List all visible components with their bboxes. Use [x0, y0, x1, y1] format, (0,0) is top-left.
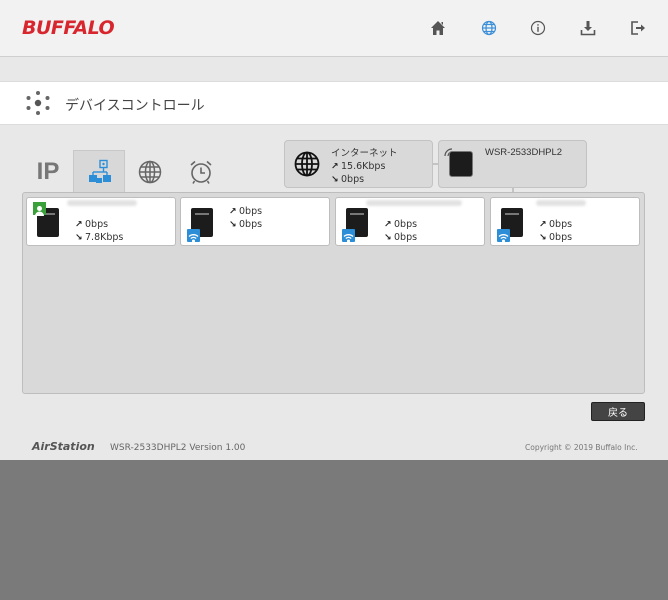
- header-spacer: [0, 58, 668, 81]
- download-arrow-icon: ↘: [75, 233, 83, 243]
- internet-upload-value: 15.6Kbps: [341, 161, 386, 172]
- device-download: ↘ 0bps: [229, 219, 262, 230]
- globe-icon[interactable]: [477, 16, 501, 40]
- device-card[interactable]: ↗ 0bps ↘ 7.8Kbps: [26, 197, 176, 246]
- router-name: WSR-2533DHPL2: [485, 147, 563, 158]
- internet-download-value: 0bps: [341, 174, 365, 185]
- device-download: ↘ 0bps: [384, 232, 417, 243]
- device-download-value: 0bps: [394, 232, 418, 243]
- device-download-value: 7.8Kbps: [85, 232, 124, 243]
- internet-label: インターネット: [331, 148, 398, 159]
- upload-arrow-icon: ↗: [384, 220, 392, 230]
- download-icon[interactable]: [576, 16, 600, 40]
- upload-arrow-icon: ↗: [229, 207, 237, 217]
- model-version: WSR-2533DHPL2 Version 1.00: [110, 443, 246, 453]
- globe-grid-icon: [138, 160, 162, 184]
- alarm-clock-icon: [190, 160, 212, 184]
- tab-ip[interactable]: IP: [28, 152, 68, 192]
- device-control-icon: [25, 90, 51, 116]
- download-arrow-icon: ↘: [539, 233, 547, 243]
- device-name-blurred: [536, 200, 586, 206]
- page-title: デバイスコントロール: [65, 98, 205, 114]
- back-button[interactable]: 戻る: [591, 402, 645, 421]
- device-download-value: 0bps: [239, 219, 263, 230]
- globe-grid-icon: [294, 151, 320, 177]
- internet-upload: ↗ 15.6Kbps: [331, 161, 385, 172]
- device-download: ↘ 0bps: [539, 232, 572, 243]
- home-icon[interactable]: [426, 16, 450, 40]
- router-device-icon: [449, 151, 473, 177]
- device-upload: ↗ 0bps: [384, 219, 417, 230]
- device-name-blurred: [366, 200, 462, 206]
- device-upload-value: 0bps: [549, 219, 573, 230]
- device-upload-value: 0bps: [239, 206, 263, 217]
- wifi-icon: [342, 229, 355, 243]
- download-arrow-icon: ↘: [384, 233, 392, 243]
- airstation-logo: AirStation: [32, 440, 95, 453]
- device-name-blurred: [67, 200, 137, 206]
- top-bar: BUFFALO: [0, 0, 668, 57]
- device-card[interactable]: ↗ 0bps ↘ 0bps: [180, 197, 330, 246]
- device-card[interactable]: ↗ 0bps ↘ 0bps: [335, 197, 485, 246]
- download-arrow-icon: ↘: [229, 220, 237, 230]
- device-download: ↘ 7.8Kbps: [75, 232, 123, 243]
- copyright: Copyright © 2019 Buffalo Inc.: [525, 443, 638, 452]
- router-status-box[interactable]: WSR-2533DHPL2: [438, 140, 587, 188]
- title-bar: デバイスコントロール: [0, 81, 668, 125]
- page-area: BUFFALO デバイスコントロール IP インターネット ↗ 15.6Kbps…: [0, 0, 668, 460]
- tab-internet[interactable]: [135, 152, 165, 192]
- device-upload: ↗ 0bps: [539, 219, 572, 230]
- user-icon: [33, 202, 46, 216]
- internet-status-box[interactable]: インターネット ↗ 15.6Kbps ↘ 0bps: [284, 140, 433, 188]
- device-upload-value: 0bps: [394, 219, 418, 230]
- info-icon[interactable]: [526, 16, 550, 40]
- device-upload: ↗ 0bps: [229, 206, 262, 217]
- upload-arrow-icon: ↗: [75, 220, 83, 230]
- wifi-icon: [497, 229, 510, 243]
- device-card[interactable]: ↗ 0bps ↘ 0bps: [490, 197, 640, 246]
- download-arrow-icon: ↘: [331, 175, 339, 185]
- internet-download: ↘ 0bps: [331, 174, 364, 185]
- wifi-icon: [187, 229, 200, 243]
- upload-arrow-icon: ↗: [539, 220, 547, 230]
- logout-icon[interactable]: [626, 16, 650, 40]
- device-download-value: 0bps: [549, 232, 573, 243]
- network-map-icon: [89, 159, 111, 183]
- device-upload: ↗ 0bps: [75, 219, 108, 230]
- tab-network-map[interactable]: [73, 150, 125, 192]
- buffalo-logo[interactable]: BUFFALO: [22, 17, 115, 39]
- tab-timer[interactable]: [186, 152, 216, 192]
- device-upload-value: 0bps: [85, 219, 109, 230]
- upload-arrow-icon: ↗: [331, 162, 339, 172]
